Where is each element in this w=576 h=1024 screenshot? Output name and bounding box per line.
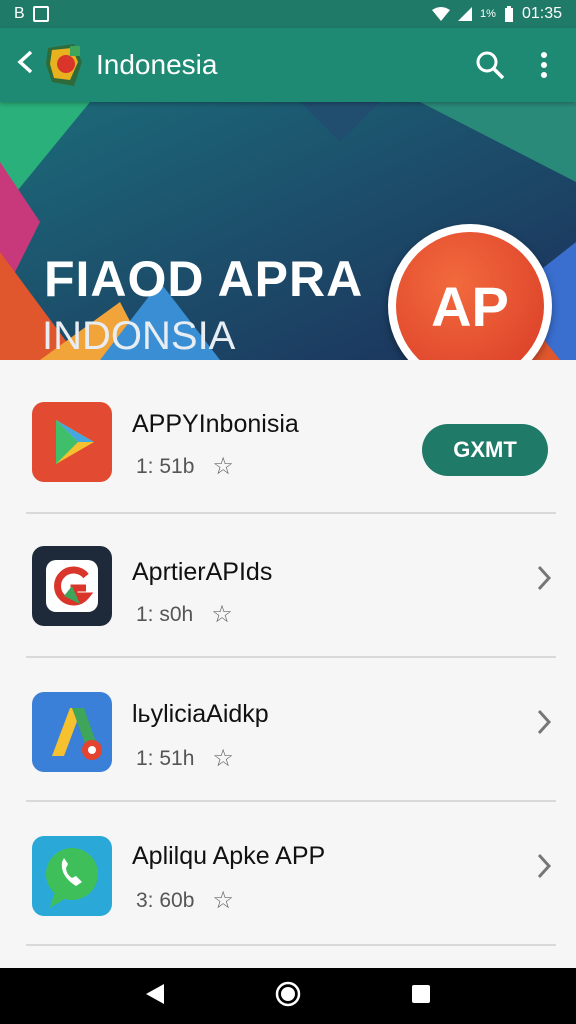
featured-banner[interactable]: FIAOD APRA INDONSIA AP [0, 102, 576, 360]
star-icon[interactable]: ☆ [212, 452, 234, 481]
back-arrow-icon[interactable] [12, 49, 38, 81]
app-logo-icon [44, 42, 86, 88]
search-icon[interactable] [470, 50, 510, 80]
clock: 01:35 [521, 5, 562, 22]
wifi-icon [432, 7, 451, 21]
app-meta: 3: 60b ☆ [136, 886, 234, 915]
app-meta: 1: s0h ☆ [136, 600, 233, 629]
divider [26, 944, 556, 946]
star-icon[interactable]: ☆ [211, 600, 233, 629]
g-shield-icon [32, 546, 112, 626]
list-item[interactable]: AprtierAPIds 1: s0h ☆ [0, 514, 576, 658]
play-store-icon [32, 402, 112, 482]
app-name: Aplilqu Apke APP [132, 842, 326, 870]
chevron-right-icon[interactable] [536, 562, 552, 601]
chevron-right-icon[interactable] [536, 706, 552, 745]
app-meta: 1: 51h ☆ [136, 744, 234, 773]
ap-logo-icon: AP [396, 232, 544, 360]
app-size: 3: 60b [136, 888, 195, 912]
battery-icon [504, 6, 513, 22]
system-nav-bar [0, 968, 576, 1024]
app-meta: 1: 51b ☆ [136, 452, 234, 481]
notification-icon-image [32, 6, 49, 22]
app-name: APPYInbonisia [132, 410, 299, 438]
install-button[interactable]: GXMT [422, 424, 548, 476]
app-size: 1: s0h [136, 602, 194, 626]
star-icon[interactable]: ☆ [212, 744, 234, 773]
battery-text: 1% [480, 8, 496, 20]
list-item[interactable]: lьylicіaAidkp 1: 51h ☆ [0, 658, 576, 802]
chevron-right-icon[interactable] [536, 850, 552, 889]
app-list: APPYInbonisia 1: 51b ☆ GXMT AprtierAPIds… [0, 360, 576, 968]
nav-back-icon[interactable] [144, 982, 166, 1011]
nav-recents-icon[interactable] [410, 983, 432, 1010]
phone-chat-icon [32, 836, 112, 916]
nav-home-icon[interactable] [275, 981, 301, 1012]
app-size: 1: 51h [136, 746, 195, 770]
app-name: AprtierAPIds [132, 558, 273, 586]
star-icon[interactable]: ☆ [212, 886, 234, 915]
banner-subtitle: INDONSIA [42, 314, 236, 358]
list-item[interactable]: APPYInbonisia 1: 51b ☆ GXMT [0, 370, 576, 514]
app-bar: Indonesia [0, 28, 576, 102]
status-bar: B 1% 01:35 [0, 0, 576, 28]
app-size: 1: 51b [136, 454, 195, 478]
signal-icon [458, 7, 473, 21]
list-item[interactable]: Aplilqu Apke APP 3: 60b ☆ [0, 802, 576, 946]
banner-title: FIAOD APRA [44, 251, 364, 307]
notification-icon-b: B [14, 5, 25, 22]
more-vert-icon[interactable] [524, 51, 564, 79]
ads-logo-icon [32, 692, 112, 772]
app-name: lьylicіaAidkp [132, 700, 269, 728]
page-title: Indonesia [96, 49, 218, 80]
